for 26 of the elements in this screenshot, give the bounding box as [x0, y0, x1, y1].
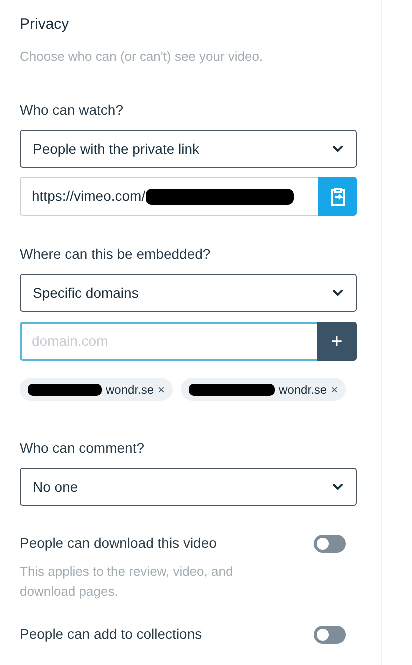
chevron-down-icon	[332, 289, 344, 297]
field-label: Who can comment?	[20, 439, 146, 458]
copy-link-button[interactable]	[318, 177, 357, 216]
toggle-label: People can add to collections	[20, 625, 202, 644]
help-text: This applies to the review, video, and download pages.	[20, 563, 234, 601]
field-label: Where can this be embedded?	[20, 245, 212, 264]
domain-text: wondr.se	[279, 382, 328, 398]
dropdown[interactable]: Specific domains	[20, 274, 357, 312]
link-text: https://vimeo.com/	[32, 187, 146, 206]
section-description: Choose who can (or can't) see your video.	[20, 48, 264, 66]
dropdown[interactable]: People with the private link	[20, 130, 357, 168]
toggle-switch[interactable]	[314, 534, 346, 552]
dropdown[interactable]: No one	[20, 468, 357, 506]
remove-button[interactable]: ×	[158, 380, 166, 398]
chevron-down-icon	[332, 145, 344, 153]
toggle-label: People can download this video	[20, 534, 217, 553]
chevron-down-icon	[332, 483, 344, 491]
domain-input[interactable]: domain.com	[20, 322, 317, 361]
section-title: Privacy	[20, 15, 70, 35]
clipboard-icon	[330, 188, 346, 206]
field-label: Who can watch?	[20, 101, 124, 120]
add-domain-button[interactable]: +	[317, 322, 357, 361]
domain-text: wondr.se	[106, 382, 154, 398]
remove-button[interactable]: ×	[331, 380, 338, 398]
toggle-switch[interactable]	[314, 626, 346, 644]
link-field[interactable]: https://vimeo.com/	[20, 177, 318, 216]
